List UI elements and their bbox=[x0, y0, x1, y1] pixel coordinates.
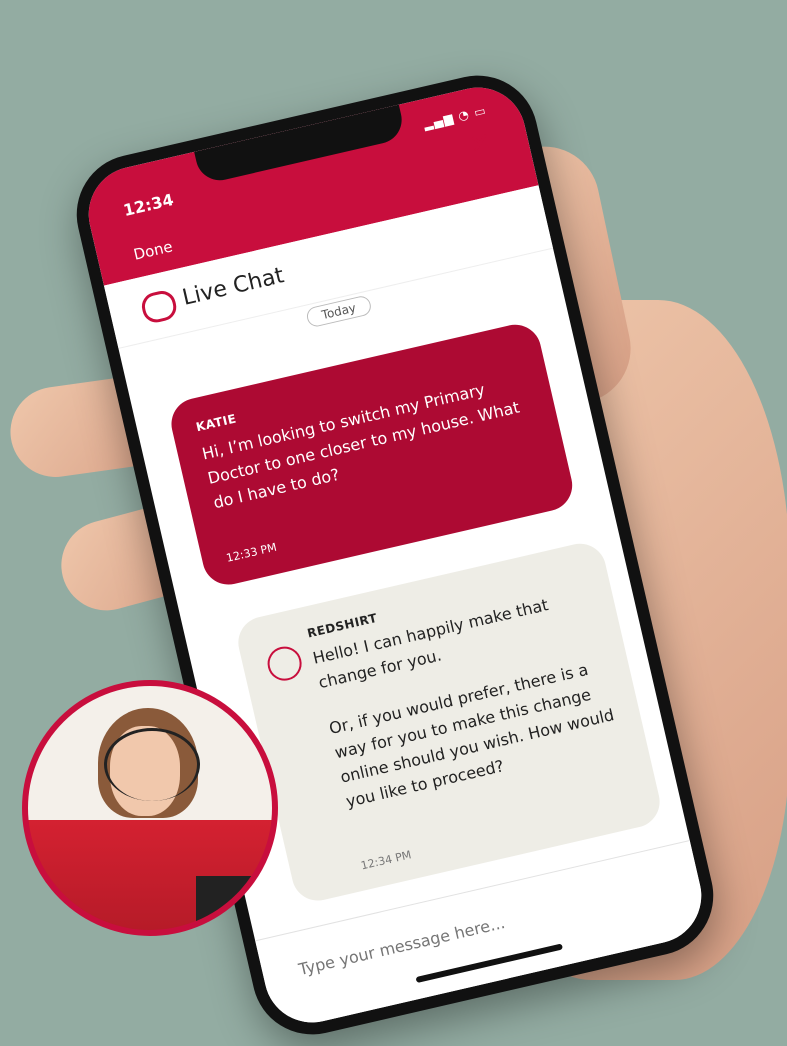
chat-title: Live Chat bbox=[180, 263, 287, 311]
headset-icon bbox=[264, 643, 305, 685]
date-divider: Today bbox=[304, 294, 373, 329]
agent-photo bbox=[22, 680, 278, 936]
done-button[interactable]: Done bbox=[132, 237, 175, 263]
message-bubble-user: KATIE Hi, I’m looking to switch my Prima… bbox=[166, 319, 578, 590]
message-input[interactable] bbox=[293, 888, 596, 983]
message-bubble-agent: REDSHIRT Hello! I can happily make that … bbox=[233, 538, 665, 906]
monitor-icon bbox=[196, 876, 266, 926]
signal-wifi-battery-icon: ▂▄▆ ◔ ▭ bbox=[422, 103, 488, 132]
message-timestamp: 12:33 PM bbox=[225, 540, 278, 565]
headset-icon bbox=[104, 728, 200, 801]
status-time: 12:34 bbox=[121, 190, 176, 220]
message-timestamp: 12:34 PM bbox=[359, 848, 413, 873]
chat-bubble-icon bbox=[139, 288, 180, 326]
